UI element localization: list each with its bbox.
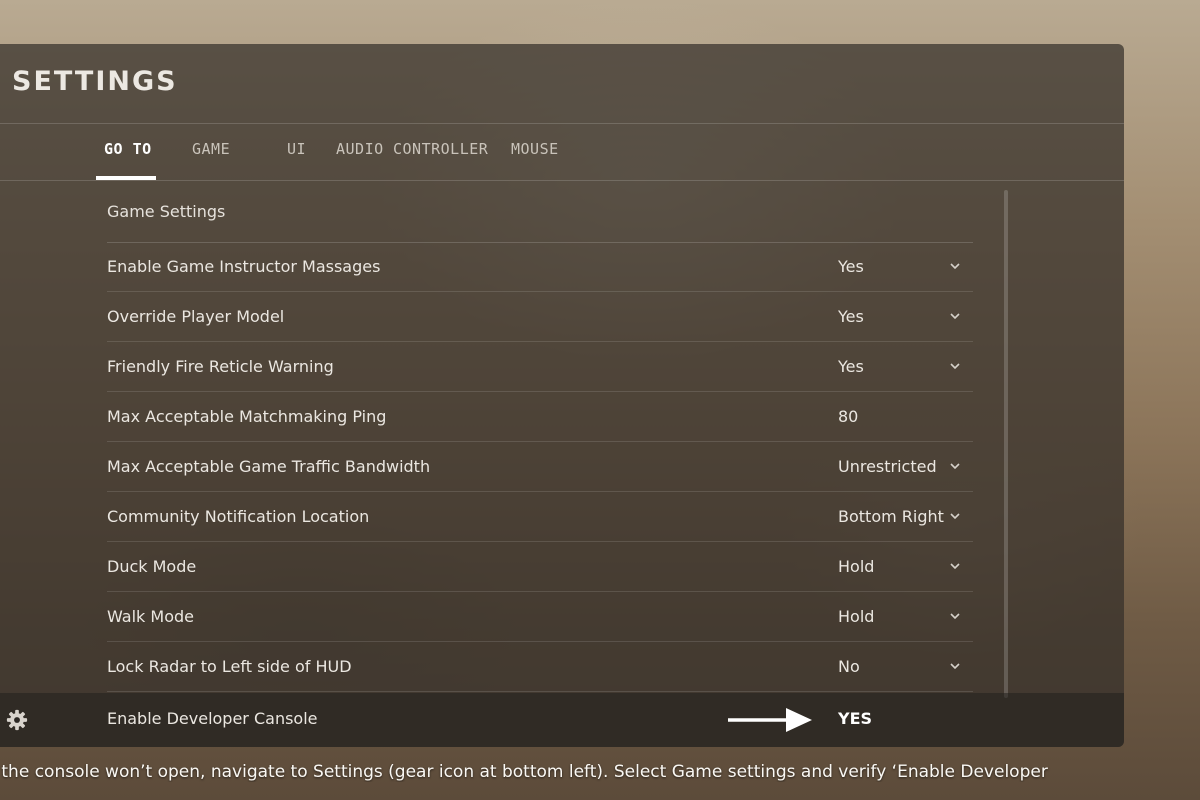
setting-label: Community Notification Location xyxy=(107,507,370,526)
setting-value[interactable]: Bottom Right xyxy=(838,507,944,526)
page-title: SETTINGS xyxy=(12,66,178,97)
chevron-down-icon[interactable] xyxy=(949,261,961,271)
developer-console-row[interactable]: Enable Developer Cansole YES xyxy=(0,693,1124,747)
setting-value[interactable]: Hold xyxy=(838,607,874,626)
section-title: Game Settings xyxy=(107,202,226,221)
tab-audio[interactable]: AUDIO xyxy=(336,140,384,158)
setting-value[interactable]: Hold xyxy=(838,557,874,576)
chevron-down-icon[interactable] xyxy=(949,361,961,371)
tab-controller[interactable]: CONTROLLER xyxy=(393,140,488,158)
setting-row-traffic-bandwidth[interactable]: Max Acceptable Game Traffic Bandwidth Un… xyxy=(107,443,973,492)
chevron-down-icon[interactable] xyxy=(949,461,961,471)
setting-label: Friendly Fire Reticle Warning xyxy=(107,357,334,376)
setting-label: Lock Radar to Left side of HUD xyxy=(107,657,352,676)
setting-label: Duck Mode xyxy=(107,557,197,576)
settings-panel: SETTINGS GO TO GAME UI AUDIO CONTROLLER … xyxy=(0,44,1124,747)
setting-value[interactable]: No xyxy=(838,657,860,676)
gear-icon[interactable] xyxy=(6,709,28,731)
setting-value[interactable]: Unrestricted xyxy=(838,457,937,476)
chevron-down-icon[interactable] xyxy=(949,511,961,521)
chevron-down-icon[interactable] xyxy=(949,311,961,321)
setting-row-walk-mode[interactable]: Walk Mode Hold xyxy=(107,593,973,642)
setting-row-matchmaking-ping[interactable]: Max Acceptable Matchmaking Ping 80 xyxy=(107,393,973,442)
chevron-down-icon[interactable] xyxy=(949,561,961,571)
setting-value[interactable]: Yes xyxy=(838,307,864,326)
developer-console-value[interactable]: YES xyxy=(838,709,872,728)
setting-row-friendly-fire[interactable]: Friendly Fire Reticle Warning Yes xyxy=(107,343,973,392)
setting-label: Max Acceptable Game Traffic Bandwidth xyxy=(107,457,431,476)
setting-label: Max Acceptable Matchmaking Ping xyxy=(107,407,387,426)
setting-value[interactable]: Yes xyxy=(838,257,864,276)
setting-row-notification-location[interactable]: Community Notification Location Bottom R… xyxy=(107,493,973,542)
tab-ui[interactable]: UI xyxy=(287,140,306,158)
chevron-down-icon[interactable] xyxy=(949,611,961,621)
instruction-caption: f the console won’t open, navigate to Se… xyxy=(0,762,1048,782)
developer-console-label: Enable Developer Cansole xyxy=(107,709,318,728)
setting-value[interactable]: Yes xyxy=(838,357,864,376)
tabs-divider xyxy=(0,180,1124,181)
setting-row-duck-mode[interactable]: Duck Mode Hold xyxy=(107,543,973,592)
setting-label: Override Player Model xyxy=(107,307,285,326)
arrow-right-icon xyxy=(728,708,812,732)
tab-mouse[interactable]: MOUSE xyxy=(511,140,559,158)
setting-row-override-player-model[interactable]: Override Player Model Yes xyxy=(107,293,973,342)
setting-label: Walk Mode xyxy=(107,607,194,626)
tab-go-to[interactable]: GO TO xyxy=(104,140,152,158)
setting-label: Enable Game Instructor Massages xyxy=(107,257,381,276)
tab-game[interactable]: GAME xyxy=(192,140,230,158)
setting-row-game-instructor[interactable]: Enable Game Instructor Massages Yes xyxy=(107,243,973,292)
setting-row-lock-radar[interactable]: Lock Radar to Left side of HUD No xyxy=(107,643,973,692)
ping-input[interactable]: 80 xyxy=(838,407,858,426)
title-divider xyxy=(0,123,1124,124)
chevron-down-icon[interactable] xyxy=(949,661,961,671)
settings-scrollbar[interactable] xyxy=(1004,190,1008,698)
